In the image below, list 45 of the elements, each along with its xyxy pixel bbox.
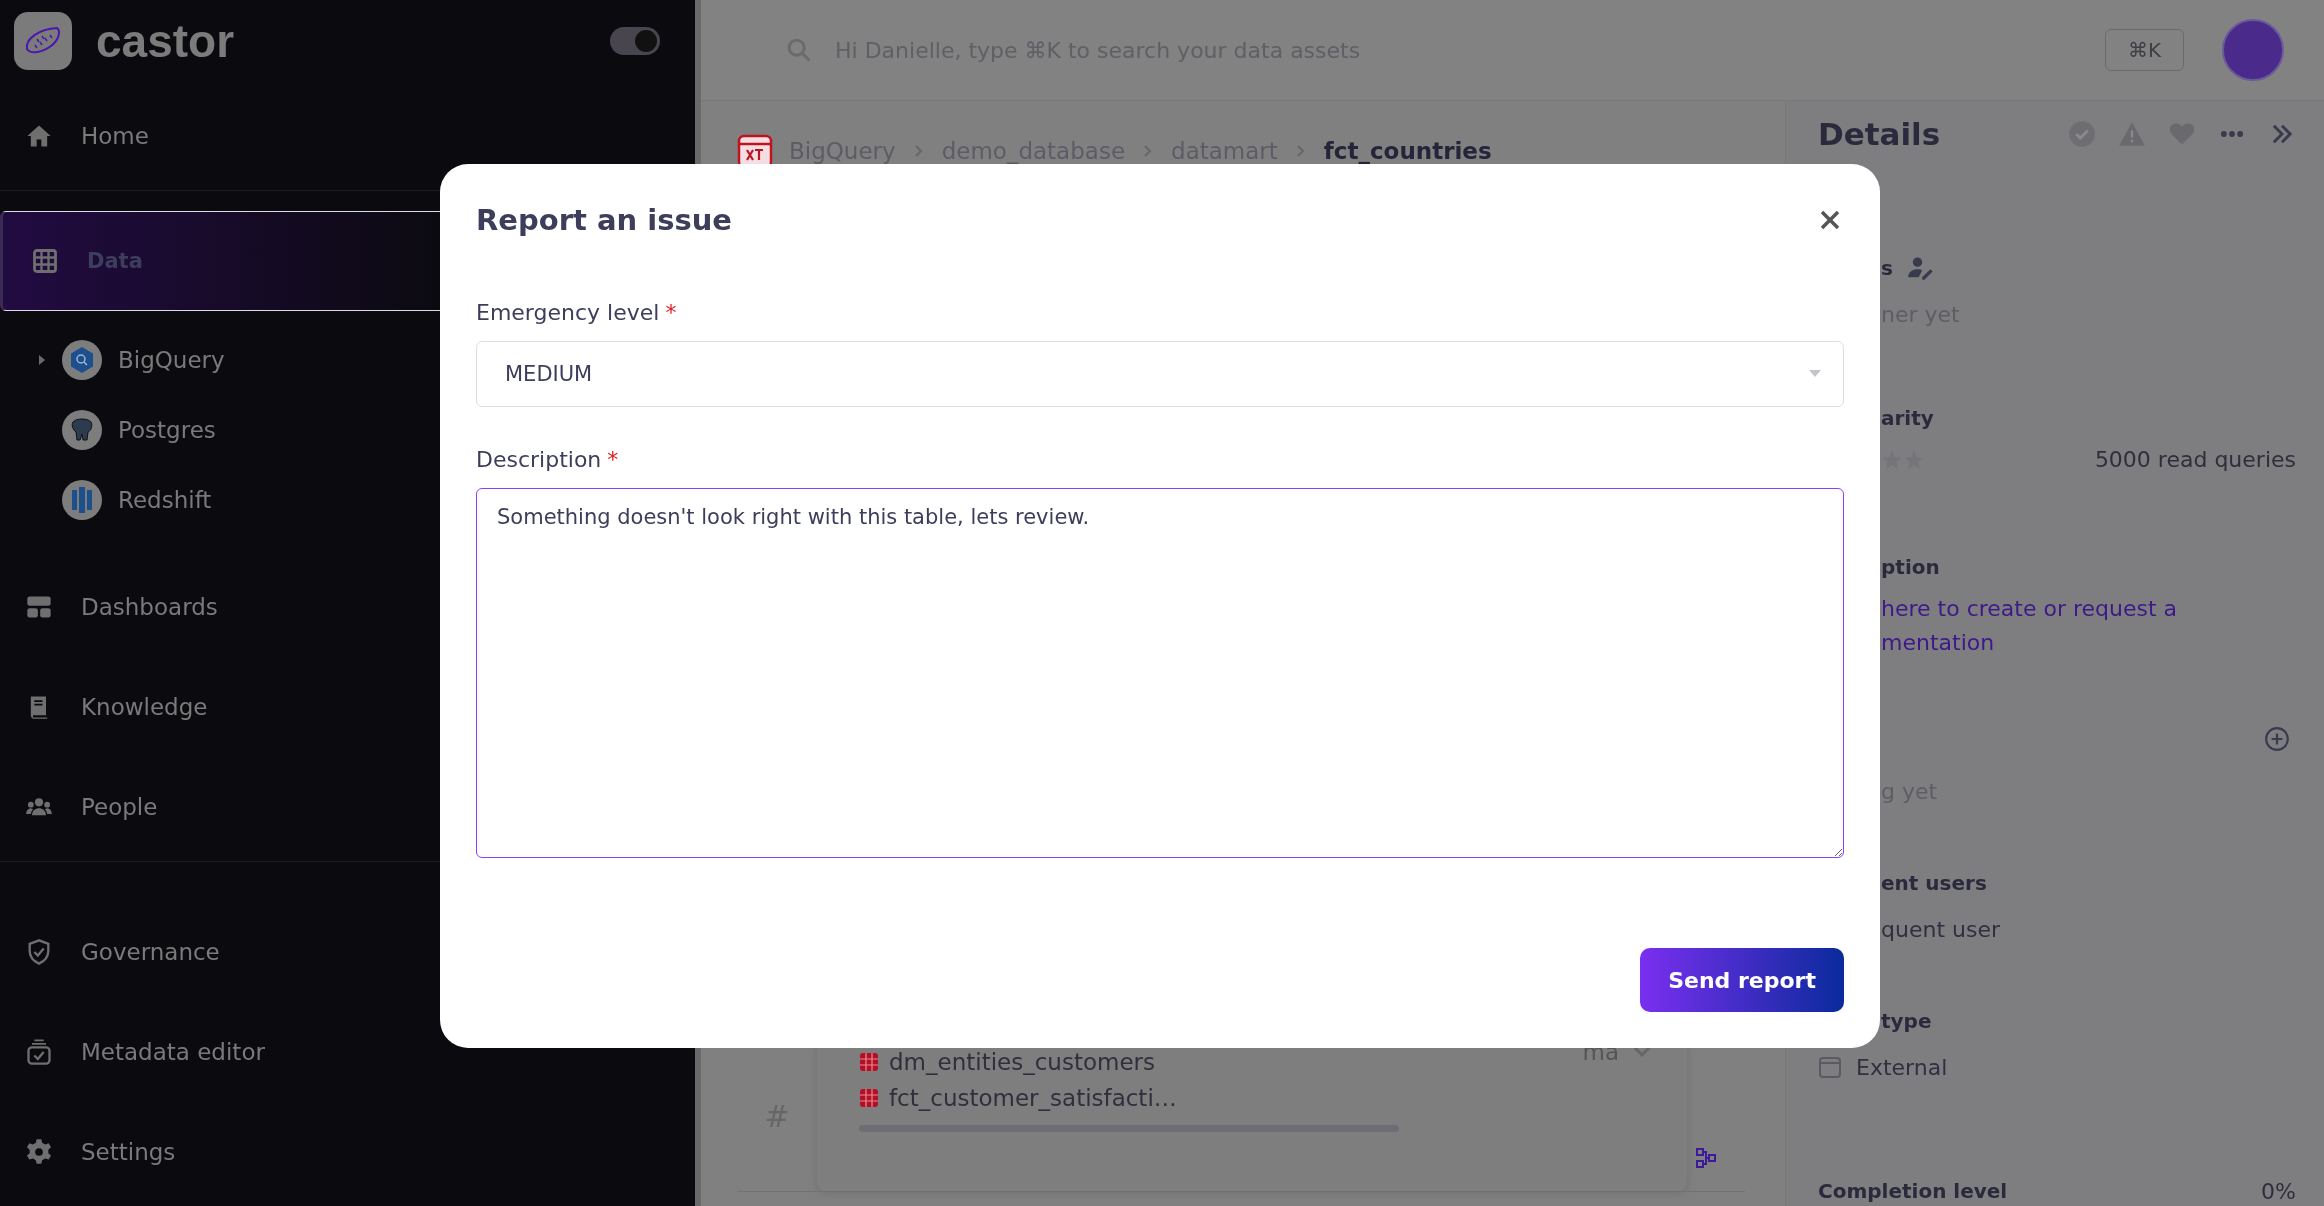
hexagon-logo-icon <box>62 340 102 380</box>
documentation-link[interactable]: mentation <box>1881 626 2296 660</box>
table-name[interactable]: fct_customer_satisfacti… <box>889 1085 1177 1111</box>
columns-logo-icon <box>62 480 102 520</box>
add-icon[interactable] <box>2264 726 2290 752</box>
nav-item[interactable]: Settings <box>0 1102 695 1202</box>
calendar-icon <box>1818 1055 1842 1079</box>
panel-title: Details <box>1818 116 1941 152</box>
emergency-select[interactable]: MEDIUM <box>476 341 1844 407</box>
row-marker: # <box>764 1098 790 1134</box>
section-heading: s <box>1881 256 1893 280</box>
table-name[interactable]: dm_entities_customers <box>889 1049 1155 1075</box>
nav-item[interactable]: Metadata editor <box>0 1002 695 1102</box>
section-heading: type <box>1880 1008 1933 1035</box>
breadcrumb-link[interactable]: fct_countries <box>1323 138 1492 164</box>
field-label: Description * <box>476 447 620 472</box>
close-icon[interactable] <box>1818 208 1842 232</box>
nav-item[interactable]: Governance <box>0 902 695 1002</box>
search-icon <box>785 36 813 64</box>
elephant-logo-icon <box>62 410 102 450</box>
section-heading: arity <box>1880 405 1935 432</box>
users-text: quent user <box>1880 915 2001 944</box>
documentation-link[interactable]: here to create or request a <box>1881 592 2296 626</box>
chevron-down-icon[interactable] <box>1633 1046 1651 1058</box>
table-icon <box>859 1052 879 1072</box>
description-input[interactable]: Something doesn't look right with this table, lets review. <box>476 488 1844 858</box>
table-icon <box>31 247 59 275</box>
theme-toggle[interactable] <box>610 27 660 55</box>
check-circle-icon[interactable] <box>2068 120 2096 148</box>
caret-icon[interactable] <box>1807 369 1823 379</box>
send-report-button[interactable]: Send report <box>1640 948 1844 1012</box>
read-queries-text: 5000 read queries <box>2094 447 2296 472</box>
nav-item[interactable]: Home <box>0 86 695 186</box>
section-heading: ent users <box>1880 870 1988 897</box>
section-heading: Completion level <box>1818 1178 2008 1205</box>
table-icon <box>859 1088 879 1108</box>
shortcut-badge: ⌘K <box>2104 29 2184 71</box>
completion-value: 0% <box>2261 1178 2296 1204</box>
settings-icon <box>25 1138 53 1166</box>
section-heading: ption <box>1880 554 1941 581</box>
brand-name: castor <box>96 14 235 68</box>
type-text: External <box>1856 1053 1948 1082</box>
logo-icon <box>14 12 72 70</box>
lineage-icon[interactable] <box>1695 1147 1717 1169</box>
calendar-check-icon <box>25 1038 53 1066</box>
